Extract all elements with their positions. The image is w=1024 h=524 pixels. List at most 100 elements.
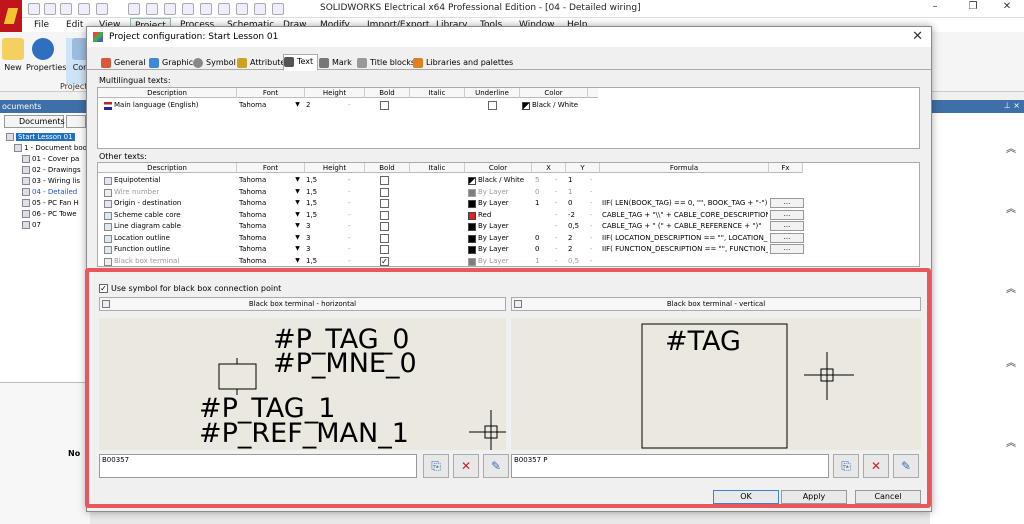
cell-font[interactable]: Tahoma — [239, 256, 289, 267]
collapse-chevron-icon[interactable]: ︽ — [1006, 280, 1016, 295]
quick-access-save-icon[interactable] — [60, 3, 72, 15]
font-dropdown-arrow-icon[interactable]: ▼ — [294, 257, 301, 265]
quick-access-tool5-icon[interactable] — [200, 3, 212, 15]
properties-button[interactable]: Properties — [26, 38, 66, 84]
table-row[interactable]: Function outline Tahoma ▼ 3- By Layer 0-2- IIF… — [98, 244, 919, 255]
color-swatch[interactable] — [468, 177, 476, 185]
color-swatch[interactable] — [468, 223, 476, 231]
cell-x[interactable] — [535, 210, 547, 221]
cell-font[interactable]: Tahoma — [239, 233, 289, 244]
cell-y[interactable]: 0,5 — [568, 256, 582, 267]
bold-checkbox[interactable] — [380, 101, 389, 110]
tab-attribute[interactable]: Attribute — [237, 56, 285, 70]
cell-font[interactable]: Tahoma — [239, 100, 289, 111]
cell-formula[interactable]: CABLE_TAG + "\\" + CABLE_CORE_DESCRIPTIO… — [602, 210, 768, 221]
cell-color[interactable]: By Layer — [478, 221, 532, 232]
tab-symbol[interactable]: Symbol — [193, 56, 236, 70]
collapse-chevron-icon[interactable]: ︽ — [1006, 140, 1016, 155]
cell-color[interactable]: Red — [478, 210, 532, 221]
tab-general[interactable]: General — [101, 56, 146, 70]
quick-access-tool3-icon[interactable] — [164, 3, 176, 15]
quick-access-new-icon[interactable] — [28, 3, 40, 15]
menu-edit[interactable]: Edit — [66, 18, 83, 32]
cell-y[interactable]: 1 — [568, 175, 582, 186]
quick-access-tool2-icon[interactable] — [146, 3, 158, 15]
tree-item[interactable]: Start Lesson 01 — [0, 132, 90, 143]
dialog-close-icon[interactable]: ✕ — [912, 29, 923, 44]
tree-item[interactable]: 03 - Wiring lis — [0, 176, 90, 187]
bold-checkbox[interactable] — [380, 187, 389, 197]
tree-item[interactable]: 04 - Detailed — [0, 187, 90, 198]
cell-color[interactable]: By Layer — [478, 233, 532, 244]
cell-color[interactable]: By Layer — [478, 187, 532, 198]
cell-font[interactable]: Tahoma — [239, 198, 289, 209]
font-dropdown-arrow-icon[interactable]: ▼ — [294, 176, 301, 184]
cell-font[interactable]: Tahoma — [239, 221, 289, 232]
tree-item[interactable]: 1 - Document boo — [0, 143, 90, 154]
bold-checkbox[interactable] — [380, 222, 389, 231]
bold-checkbox[interactable] — [380, 245, 389, 254]
table-row[interactable]: Origin - destination Tahoma ▼ 1,5 - By Layer 1… — [98, 198, 919, 209]
font-dropdown-arrow-icon[interactable]: ▼ — [294, 234, 301, 242]
color-swatch[interactable] — [468, 211, 476, 220]
cell-y[interactable]: 2 — [568, 244, 582, 255]
cell-formula[interactable] — [602, 175, 768, 186]
tree-item[interactable]: 05 - PC Fan H — [0, 198, 90, 209]
cell-x[interactable]: 1 — [535, 256, 547, 267]
formula-editor-button[interactable]: ... — [770, 244, 804, 254]
collapse-chevron-icon[interactable]: ︽ — [1006, 354, 1016, 369]
cell-font[interactable]: Tahoma — [239, 210, 289, 221]
cell-height[interactable]: 3 — [306, 244, 326, 255]
bold-checkbox[interactable] — [380, 233, 389, 243]
table-row[interactable]: Location outline Tahoma ▼ 3- By Layer 0-2- IIF… — [98, 232, 919, 244]
cell-y[interactable]: 0,5 — [568, 221, 582, 232]
cell-x[interactable]: 0 — [535, 233, 547, 244]
cell-color[interactable]: By Layer — [478, 256, 532, 267]
color-swatch[interactable] — [468, 246, 476, 254]
underline-checkbox[interactable] — [488, 101, 497, 110]
cell-color[interactable]: Black / White — [532, 100, 592, 111]
tree-item[interactable]: 06 - PC Towe — [0, 209, 90, 220]
cell-y[interactable]: 0 — [568, 198, 582, 209]
quick-access-tool4-icon[interactable] — [182, 3, 194, 15]
tab-graphic[interactable]: Graphic — [149, 56, 193, 70]
cell-formula[interactable]: IIF( LEN(BOOK_TAG) == 0, "", BOOK_TAG + … — [602, 198, 768, 209]
color-swatch[interactable] — [468, 188, 476, 197]
bold-checkbox[interactable]: ✓ — [380, 256, 389, 266]
color-swatch[interactable] — [468, 257, 476, 266]
table-row[interactable]: Main language (English) Tahoma ▼ 2 - Bla… — [98, 100, 919, 111]
table-row[interactable]: Wire number Tahoma ▼ 1,5- By Layer 0-1- — [98, 187, 919, 198]
tab-mark[interactable]: Mark — [319, 56, 352, 70]
cell-height[interactable]: 2 — [306, 100, 326, 111]
bold-checkbox[interactable] — [380, 210, 389, 220]
quick-access-open-icon[interactable] — [44, 3, 56, 15]
cell-font[interactable]: Tahoma — [239, 187, 289, 198]
bold-checkbox[interactable] — [380, 199, 389, 208]
cell-y[interactable]: 1 — [568, 187, 582, 198]
tab-text[interactable]: Text — [283, 54, 319, 71]
quick-access-tool9-icon[interactable] — [272, 3, 284, 15]
components-tab-icon[interactable] — [66, 115, 86, 128]
font-dropdown-arrow-icon[interactable]: ▼ — [294, 188, 301, 196]
cell-x[interactable]: 0 — [535, 187, 547, 198]
cell-y[interactable]: 2 — [568, 233, 582, 244]
table-row[interactable]: Scheme cable core Tahoma ▼ 1,5- Red - -2- CABLE… — [98, 209, 919, 221]
table-row[interactable]: Black box terminal Tahoma ▼ 1,5- ✓ By Layer 1-… — [98, 256, 919, 267]
font-dropdown-arrow-icon[interactable]: ▼ — [294, 222, 301, 230]
formula-editor-button[interactable]: ... — [770, 209, 804, 220]
cell-formula[interactable] — [602, 256, 768, 267]
table-row[interactable]: Line diagram cable Tahoma ▼ 3- By Layer -0,5-… — [98, 221, 919, 232]
quick-access-tool8-icon[interactable] — [254, 3, 266, 15]
cell-x[interactable]: 0 — [535, 244, 547, 255]
quick-access-undo-icon[interactable] — [78, 3, 90, 15]
font-dropdown-arrow-icon[interactable]: ▼ — [294, 101, 301, 109]
cell-formula[interactable] — [602, 187, 768, 198]
collapse-chevron-icon[interactable]: ︽ — [1006, 434, 1016, 449]
quick-access-tool6-icon[interactable] — [218, 3, 230, 15]
font-dropdown-arrow-icon[interactable]: ▼ — [294, 245, 301, 253]
bold-checkbox[interactable] — [380, 176, 389, 185]
cell-color[interactable]: By Layer — [478, 198, 532, 209]
cell-font[interactable]: Tahoma — [239, 175, 289, 186]
cell-formula[interactable]: IIF( LOCATION_DESCRIPTION == "", LOCATIO… — [602, 233, 768, 244]
cell-height[interactable]: 1,5 — [306, 198, 326, 209]
